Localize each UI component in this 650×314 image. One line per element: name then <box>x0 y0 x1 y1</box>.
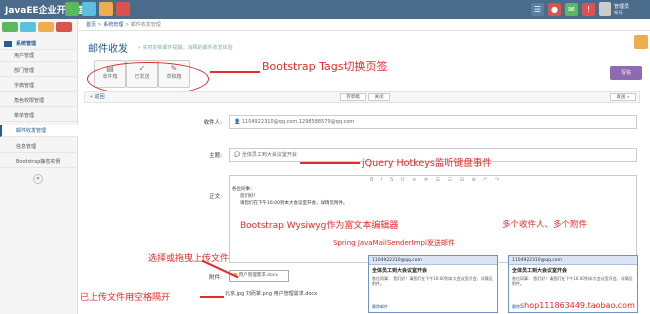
subject-label: 主题: <box>209 153 222 159</box>
to-input[interactable]: 👤 1104922310@qq.com,1298588579@qq.com <box>229 115 637 129</box>
chat-icon: 💬 <box>234 152 242 158</box>
annotation-wysiwyg: Bootstrap Wysiwyg作为富文本编辑器 <box>240 221 399 231</box>
to-label: 收件人: <box>203 120 222 126</box>
settings-icon[interactable] <box>634 35 648 49</box>
editor-toolbar[interactable]: B I S U ≡ ≣ ☰ ☷ ⊟ ⊕ ↶ ↷ <box>370 177 502 183</box>
avatar[interactable] <box>599 2 611 16</box>
watermark: shop111863449.taobao.com <box>520 301 635 310</box>
close-button[interactable]: 关闭 <box>368 93 390 101</box>
annotation-arrow <box>200 296 224 298</box>
sidebar-item-users[interactable]: 用户管理 <box>0 50 78 62</box>
write-button[interactable]: 写信 <box>610 66 642 80</box>
mail-icon[interactable]: ✉ <box>565 3 578 16</box>
popup-header: 1104922310@qq.com <box>369 256 497 265</box>
breadcrumb: 首页 > 系统管理 > 邮件收发管理 <box>78 19 650 31</box>
popup-body: 各位同事： 您们好！请您们在下午16:00到本大会议室开会，详情见附件。 <box>372 276 493 286</box>
attach-list: 北京.jpg 刘而掌.png 用户管理需求.docx <box>225 291 318 297</box>
popup-body: 各位同事： 您们好！请您们在下午16:00到本大会议室开会，详情见附件。 <box>512 276 633 286</box>
sidebar-item-departments[interactable]: 部门管理 <box>0 65 78 77</box>
back-link[interactable]: « 返回 <box>90 93 105 100</box>
attach-file: 用户管理需求.docx <box>238 273 278 278</box>
side-shortcut-blue[interactable] <box>20 22 36 32</box>
monitor-icon <box>4 41 12 47</box>
quick-btn-green[interactable] <box>65 2 79 16</box>
annotation-upload: 选择或拖曳上传文件 <box>148 254 230 264</box>
crumb-current: 邮件收发管理 <box>130 22 161 28</box>
popup-title: 全体员工到大会议室开会 <box>372 268 428 274</box>
sidebar-item-dictionary[interactable]: 字典管理 <box>0 80 78 92</box>
annotation-tabs: Bootstrap Tags切换页签 <box>262 60 388 73</box>
popup-delete-link[interactable]: 删除邮件 <box>372 304 388 310</box>
bell-icon[interactable]: ● <box>548 3 561 16</box>
page-subtitle: » 实时的新邮件提醒，消释的邮件收发体验 <box>138 45 233 51</box>
user-name[interactable]: 管理员 <box>614 3 629 10</box>
body-line: 您们好！ <box>240 194 258 199</box>
to-value: 1104922310@qq.com,1298588579@qq.com <box>241 119 355 125</box>
annotation-hotkeys: jQuery Hotkeys监听键盘事件 <box>362 158 492 169</box>
alert-icon[interactable]: ! <box>582 3 595 16</box>
side-shortcut-green[interactable] <box>2 22 18 32</box>
side-shortcut-orange[interactable] <box>38 22 54 32</box>
body-line: 各位同事： <box>232 187 255 192</box>
user-icon: 👤 <box>234 119 242 125</box>
sidebar-label: 系统管理 <box>16 41 37 47</box>
collapse-icon[interactable]: « <box>33 174 43 184</box>
attach-label: 附件: <box>209 275 222 281</box>
body-content: 各位同事： 您们好！ 请您们在下午16:00到本大会议室开会，详情见附件。 <box>232 186 347 207</box>
subject-value: 全体员工到大会议室开会 <box>241 152 297 158</box>
sidebar-item-roles[interactable]: 角色权限管理 <box>0 95 78 107</box>
quick-btn-red[interactable] <box>116 2 130 16</box>
annotation-arrow <box>210 71 260 73</box>
body-label: 正文: <box>209 194 222 200</box>
home-link[interactable]: 首页 <box>86 22 96 28</box>
save-draft-button[interactable]: 存草稿 <box>340 93 366 101</box>
sidebar-item-bootstrap[interactable]: Bootstrap静态实例 <box>0 156 78 168</box>
popup-header: 1104922310@qq.com <box>509 256 637 265</box>
user-sub: 帐号 <box>614 11 623 16</box>
annotation-multi: 多个收件人、多个附件 <box>502 220 588 230</box>
side-shortcut-red[interactable] <box>56 22 72 32</box>
page-title: 邮件收发 <box>88 44 128 55</box>
app-logo[interactable]: JavaEE企业开发框架 <box>5 3 93 16</box>
tasks-icon[interactable]: ☰ <box>531 3 544 16</box>
body-line: 请您们在下午16:00到本大会议室开会，详情见附件。 <box>240 201 348 206</box>
quick-btn-blue[interactable] <box>82 2 96 16</box>
sidebar-item-info[interactable]: 信息管理 <box>0 141 78 153</box>
annotation-arrow <box>300 162 360 164</box>
mail-popup-1[interactable]: 1104922310@qq.com 全体员工到大会议室开会 各位同事： 您们好！… <box>368 255 498 313</box>
crumb-mid[interactable]: 系统管理 <box>103 22 123 28</box>
send-button[interactable]: 发送 » <box>610 93 636 101</box>
annotation-spaces: 已上传文件用空格隔开 <box>80 293 171 303</box>
quick-btn-orange[interactable] <box>99 2 113 16</box>
popup-title: 全体员工到大会议室开会 <box>512 268 568 274</box>
sidebar-item-menus[interactable]: 菜单管理 <box>0 110 78 122</box>
annotation-mail: Spring JavaMailSenderImpl发送邮件 <box>333 239 455 247</box>
sidebar-item-mail[interactable]: 邮件收发管理 <box>0 125 78 137</box>
